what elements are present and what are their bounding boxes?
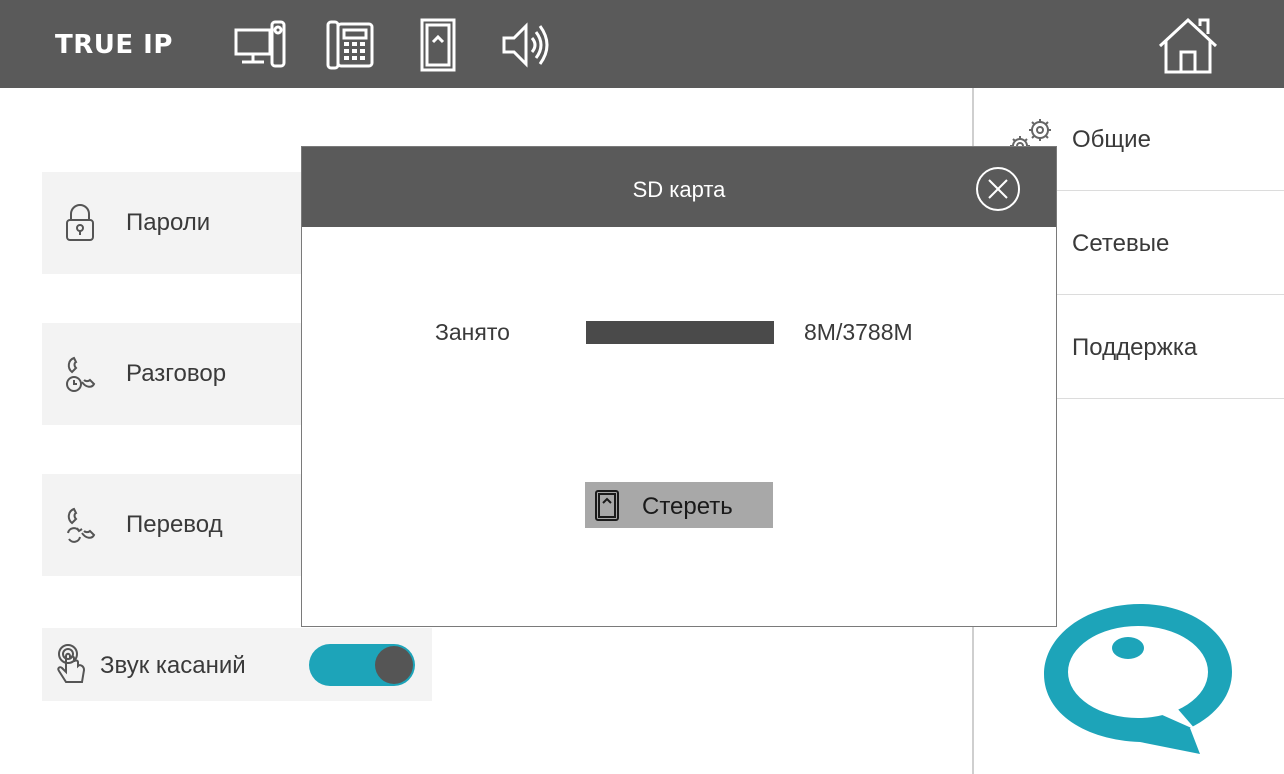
call-timer-icon bbox=[62, 354, 98, 394]
dialog-header: SD карта bbox=[302, 147, 1056, 227]
erase-button[interactable]: Стереть bbox=[585, 482, 773, 528]
sd-card-dialog: SD карта Занято 8M/3788M Стереть bbox=[301, 146, 1057, 627]
used-space-value: 8M/3788M bbox=[804, 319, 913, 345]
home-icon[interactable] bbox=[1156, 14, 1220, 76]
speaker-icon[interactable] bbox=[498, 16, 554, 74]
menu-item-transfer[interactable]: Перевод bbox=[42, 474, 304, 576]
top-bar: TRUE IP bbox=[0, 0, 1284, 88]
monitor-intercom-icon[interactable] bbox=[232, 16, 288, 74]
menu-item-label: Перевод bbox=[126, 511, 223, 538]
menu-item-call[interactable]: Разговор bbox=[42, 323, 304, 425]
dialog-title: SD карта bbox=[632, 177, 726, 202]
touch-icon bbox=[54, 642, 90, 688]
close-icon[interactable] bbox=[974, 165, 1022, 213]
sd-card-icon bbox=[593, 489, 621, 522]
toggle-knob bbox=[375, 646, 413, 684]
erase-button-label: Стереть bbox=[642, 493, 733, 520]
menu-item-label: Разговор bbox=[126, 360, 227, 387]
storage-progress-fill bbox=[586, 321, 774, 344]
call-transfer-icon bbox=[62, 505, 98, 545]
brand-logo-text: TRUE IP bbox=[55, 30, 173, 60]
menu-item-label: Сетевые bbox=[1072, 230, 1170, 257]
brand-logo bbox=[1040, 590, 1236, 760]
menu-item-label: Пароли bbox=[126, 209, 211, 236]
menu-item-label: Общие bbox=[1072, 126, 1151, 153]
touch-sound-row: Звук касаний bbox=[42, 628, 432, 701]
touch-sound-label: Звук касаний bbox=[100, 652, 246, 679]
used-space-label: Занято bbox=[435, 319, 510, 345]
sd-card-icon[interactable] bbox=[410, 16, 466, 74]
lock-icon bbox=[62, 203, 98, 243]
menu-item-label: Поддержка bbox=[1072, 334, 1198, 361]
menu-item-passwords[interactable]: Пароли bbox=[42, 172, 304, 274]
desk-phone-icon[interactable] bbox=[322, 16, 378, 74]
touch-sound-toggle[interactable] bbox=[309, 644, 415, 686]
storage-progress-bar bbox=[586, 321, 774, 344]
